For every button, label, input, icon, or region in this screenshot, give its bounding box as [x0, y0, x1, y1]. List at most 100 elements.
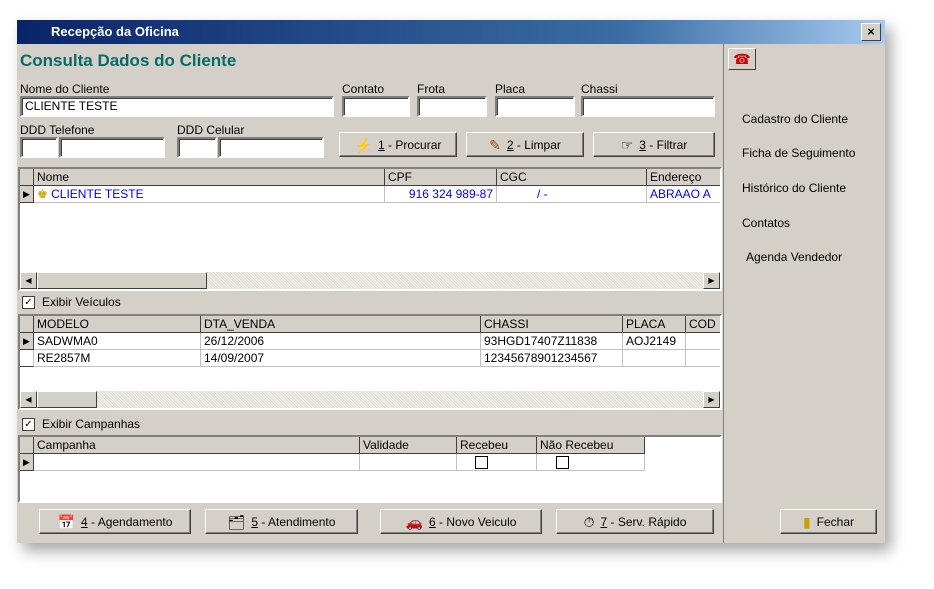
menu-ficha-seguimento[interactable]: Ficha de Seguimento	[742, 146, 855, 160]
cliente-endereco[interactable]: ABRAAO A	[647, 186, 720, 203]
chassi-input[interactable]	[581, 96, 715, 117]
veiculo-cod[interactable]	[686, 350, 720, 367]
row-indicator: ▶	[20, 454, 34, 471]
menu-contatos[interactable]: Contatos	[742, 216, 790, 230]
ddd-telefone-label: DDD Telefone	[20, 123, 95, 137]
grid-corner	[20, 316, 34, 333]
placa-input[interactable]	[495, 96, 575, 117]
scroll-thumb[interactable]	[37, 391, 97, 408]
veiculo-cod[interactable]	[686, 333, 720, 350]
chassi-label: Chassi	[581, 82, 618, 96]
menu-historico-cliente[interactable]: Histórico do Cliente	[742, 181, 846, 195]
window-title: Recepção da Oficina	[51, 24, 179, 39]
close-button[interactable]: ×	[861, 23, 881, 41]
atendimento-button[interactable]: 🗂 5 - Atendimento	[205, 509, 358, 534]
scroll-left-arrow-icon[interactable]: ◀	[20, 272, 37, 289]
scroll-thumb[interactable]	[37, 272, 207, 289]
cliente-cgc[interactable]: / -	[497, 186, 647, 203]
frota-label: Frota	[417, 82, 446, 96]
page-title: Consulta Dados do Cliente	[20, 51, 237, 70]
row-indicator: ▶	[20, 186, 34, 203]
lightning-icon: ⚡	[354, 136, 373, 153]
procurar-label: - Procurar	[384, 137, 442, 152]
veiculo-chassi[interactable]: 93HGD17407Z11838	[481, 333, 623, 350]
validade-cell[interactable]	[360, 454, 457, 471]
row-indicator: ▶	[20, 333, 34, 350]
cliente-nome: CLIENTE TESTE	[51, 187, 144, 201]
phone-icon[interactable]: ☎	[728, 48, 756, 70]
filtrar-button[interactable]: ☞ 3 - Filtrar	[593, 132, 715, 157]
procurar-key: 1	[378, 137, 385, 152]
limpar-button[interactable]: ✎ 2 - Limpar	[466, 132, 584, 157]
col-dta-venda[interactable]: DTA_VENDA	[201, 316, 481, 333]
nome-label: Nome do Cliente	[20, 82, 110, 96]
veiculo-modelo[interactable]: RE2857M	[34, 350, 201, 367]
veiculo-placa[interactable]: AOJ2149	[623, 333, 686, 350]
veiculo-modelo[interactable]: SADWMA0	[34, 333, 201, 350]
telefone-input[interactable]	[59, 137, 165, 158]
frota-input[interactable]	[417, 96, 487, 117]
agendamento-button[interactable]: 📅 4 - Agendamento	[39, 509, 191, 534]
atendimento-label: - Atendimento	[258, 514, 336, 529]
ddd-celular-input[interactable]	[177, 137, 217, 158]
title-bar: Recepção da Oficina ×	[17, 20, 885, 44]
ddd-telefone-input[interactable]	[20, 137, 58, 158]
ddd-celular-label: DDD Celular	[177, 123, 245, 137]
scroll-right-arrow-icon[interactable]: ▶	[703, 391, 720, 408]
col-campanha[interactable]: Campanha	[34, 437, 360, 454]
nao-recebeu-checkbox[interactable]	[556, 456, 569, 469]
veiculo-placa[interactable]	[623, 350, 686, 367]
scroll-right-arrow-icon[interactable]: ▶	[703, 272, 720, 289]
col-modelo[interactable]: MODELO	[34, 316, 201, 333]
col-validade[interactable]: Validade	[360, 437, 457, 454]
procurar-button[interactable]: ⚡ 1 - Procurar	[339, 132, 457, 157]
serv-rapido-label: - Serv. Rápido	[607, 514, 687, 529]
col-cpf[interactable]: CPF	[385, 169, 497, 186]
agendamento-key: 4	[81, 514, 88, 529]
contato-input[interactable]	[342, 96, 410, 117]
fechar-label: Fechar	[816, 514, 855, 529]
clientes-hscrollbar[interactable]: ◀ ▶	[20, 272, 720, 289]
col-chassi[interactable]: CHASSI	[481, 316, 623, 333]
service-icon: 🗂	[227, 513, 246, 530]
grid-corner	[20, 437, 34, 454]
veiculos-hscrollbar[interactable]: ◀ ▶	[20, 391, 720, 408]
table-row[interactable]: ♚ CLIENTE TESTE	[34, 186, 385, 203]
car-icon: 🚗	[405, 513, 424, 530]
menu-agenda-vendedor[interactable]: Agenda Vendedor	[746, 250, 842, 264]
limpar-label: - Limpar	[513, 137, 561, 152]
placa-label: Placa	[495, 82, 526, 96]
exibir-campanhas-checkbox[interactable]: ✓	[22, 418, 35, 431]
nome-cliente-input[interactable]: CLIENTE TESTE	[20, 96, 334, 117]
fechar-button[interactable]: ▮ Fechar	[780, 509, 877, 534]
scroll-left-arrow-icon[interactable]: ◀	[20, 391, 37, 408]
novo-veiculo-key: 6	[429, 514, 436, 529]
col-nao-recebeu[interactable]: Não Recebeu	[537, 437, 645, 454]
campanha-cell[interactable]	[34, 454, 360, 471]
calendar-icon: 📅	[57, 513, 75, 530]
exibir-veiculos-label: Exibir Veículos	[42, 295, 121, 309]
celular-input[interactable]	[218, 137, 324, 158]
col-placa[interactable]: PLACA	[623, 316, 686, 333]
exibir-veiculos-checkbox[interactable]: ✓	[22, 296, 35, 309]
col-cod[interactable]: COD	[686, 316, 720, 333]
serv-rapido-button[interactable]: ⏱ 7 - Serv. Rápido	[556, 509, 714, 534]
grid-corner	[20, 169, 34, 186]
pointing-hand-icon: ☞	[620, 136, 634, 153]
eraser-icon: ✎	[489, 136, 501, 153]
novo-veiculo-button[interactable]: 🚗 6 - Novo Veiculo	[380, 509, 542, 534]
recebeu-checkbox[interactable]	[475, 456, 488, 469]
col-endereco[interactable]: Endereço	[647, 169, 720, 186]
stopwatch-icon: ⏱	[583, 513, 595, 530]
col-cgc[interactable]: CGC	[497, 169, 647, 186]
col-recebeu[interactable]: Recebeu	[457, 437, 537, 454]
cliente-cpf[interactable]: 916 324 989-87	[385, 186, 497, 203]
veiculo-chassi[interactable]: 12345678901234567	[481, 350, 623, 367]
door-icon: ▮	[802, 513, 811, 530]
veiculo-dta-venda[interactable]: 26/12/2006	[201, 333, 481, 350]
novo-veiculo-label: - Novo Veiculo	[435, 514, 517, 529]
recepcao-window: Recepção da Oficina × Consulta Dados do …	[17, 20, 885, 543]
col-nome[interactable]: Nome	[34, 169, 385, 186]
veiculo-dta-venda[interactable]: 14/09/2007	[201, 350, 481, 367]
menu-cadastro-cliente[interactable]: Cadastro do Cliente	[742, 112, 848, 126]
